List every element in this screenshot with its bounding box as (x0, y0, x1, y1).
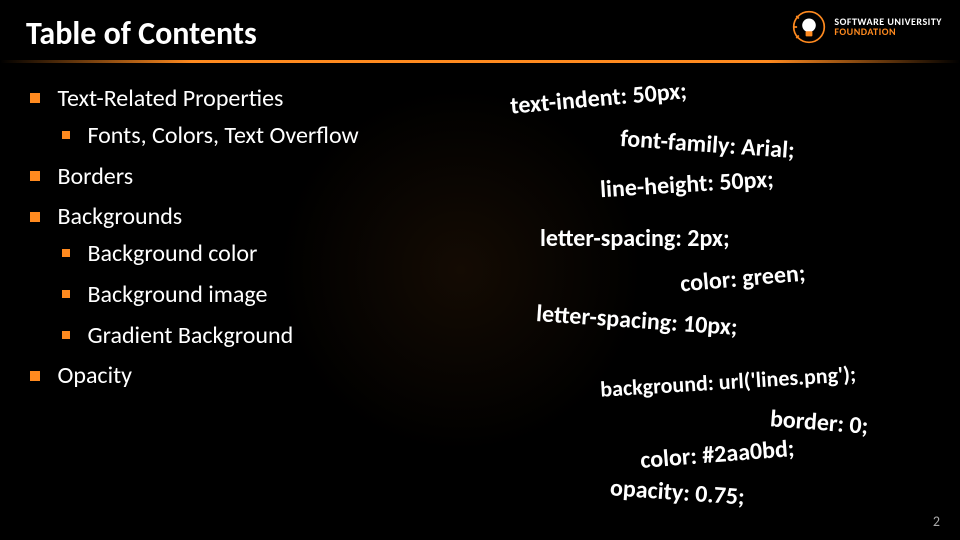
toc-item: Borders (30, 160, 359, 191)
css-snippet: color: #2aa0bd; (639, 434, 795, 475)
page-number: 2 (933, 513, 940, 530)
css-snippet: letter-spacing: 2px; (540, 224, 730, 253)
code-snippets-cloud: text-indent: 50px; font-family: Arial; l… (500, 78, 940, 518)
toc-label: Gradient Background (87, 320, 293, 349)
slide-title: Table of Contents (26, 14, 257, 53)
toc-item: Text-Related Properties Fonts, Colors, T… (30, 82, 359, 150)
css-snippet: text-indent: 50px; (509, 76, 688, 120)
bullet-icon (30, 171, 40, 181)
bullet-icon (62, 131, 70, 139)
toc-subitem: Background image (62, 278, 359, 309)
bullet-icon (62, 249, 70, 257)
brand-logo: SOFTWARE UNIVERSITY FOUNDATION (792, 10, 942, 44)
bullet-icon (30, 93, 40, 103)
lightbulb-icon (792, 10, 826, 44)
slide: Table of Contents SOFTWARE UNIVERSITY FO… (0, 0, 960, 540)
toc-item: Backgrounds Background color Background … (30, 200, 359, 349)
css-snippet: color: green; (679, 259, 807, 299)
toc-subitem: Background color (62, 237, 359, 268)
toc-item: Opacity (30, 359, 359, 390)
brand-text: SOFTWARE UNIVERSITY FOUNDATION (834, 17, 942, 37)
toc-label: Background image (87, 280, 267, 309)
toc-subitem: Fonts, Colors, Text Overflow (62, 119, 359, 150)
toc-label: Text-Related Properties (57, 84, 283, 113)
toc-label: Borders (57, 161, 133, 190)
css-snippet: opacity: 0.75; (609, 473, 746, 511)
toc-subitem: Gradient Background (62, 319, 359, 350)
toc-label: Fonts, Colors, Text Overflow (87, 121, 358, 150)
brand-line-2: FOUNDATION (834, 27, 942, 37)
css-snippet: line-height: 50px; (599, 165, 774, 205)
toc-label: Background color (87, 239, 257, 268)
toc-label: Backgrounds (57, 202, 182, 231)
bullet-icon (62, 290, 70, 298)
table-of-contents: Text-Related Properties Fonts, Colors, T… (30, 82, 359, 400)
title-underline (0, 60, 960, 63)
css-snippet: letter-spacing: 10px; (535, 299, 738, 342)
css-snippet: background: url('lines.png'); (599, 360, 856, 403)
bullet-icon (62, 331, 70, 339)
css-snippet: font-family: Arial; (619, 124, 795, 165)
bullet-icon (30, 212, 40, 222)
bullet-icon (30, 371, 40, 381)
toc-label: Opacity (57, 361, 132, 390)
